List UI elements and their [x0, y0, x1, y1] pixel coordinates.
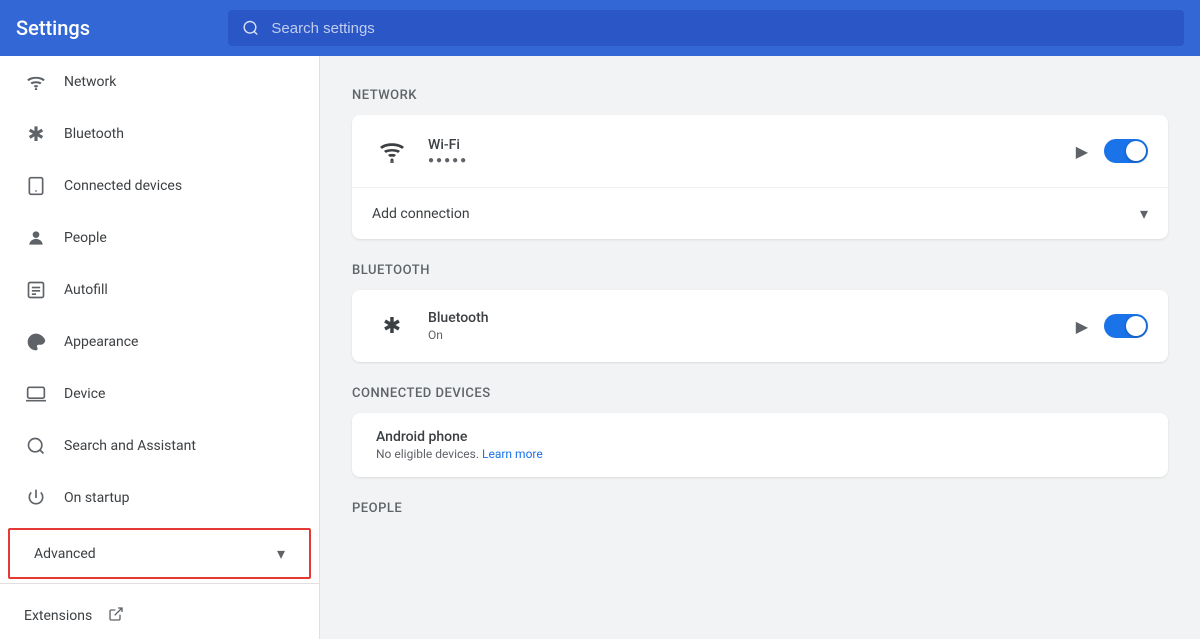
palette-icon: [24, 330, 48, 354]
sidebar-item-search-assistant[interactable]: Search and Assistant: [0, 420, 319, 472]
app-title: Settings: [16, 16, 216, 40]
sidebar-label-connected-devices: Connected devices: [64, 178, 182, 194]
sidebar-label-device: Device: [64, 386, 105, 402]
sidebar: Network ✱ Bluetooth Connected devices: [0, 56, 320, 639]
bluetooth-subtitle: On: [428, 328, 1060, 342]
bluetooth-title: Bluetooth: [428, 310, 1060, 326]
autofill-icon: [24, 278, 48, 302]
wifi-title: Wi-Fi: [428, 137, 1060, 153]
header: Settings: [0, 0, 1200, 56]
learn-more-link[interactable]: Learn more: [482, 447, 543, 461]
sidebar-item-autofill[interactable]: Autofill: [0, 264, 319, 316]
sidebar-item-people[interactable]: People: [0, 212, 319, 264]
connected-devices-card: Android phone No eligible devices. Learn…: [352, 413, 1168, 477]
search-input[interactable]: [271, 20, 1170, 37]
add-connection-label: Add connection: [372, 206, 1132, 222]
sidebar-item-on-startup[interactable]: On startup: [0, 472, 319, 524]
add-connection-row[interactable]: Add connection ▾: [352, 188, 1168, 239]
wifi-card-icon: [372, 131, 412, 171]
extensions-label: Extensions: [24, 608, 92, 624]
sidebar-label-on-startup: On startup: [64, 490, 130, 506]
bluetooth-section-title: Bluetooth: [352, 263, 1168, 278]
people-section: People: [352, 501, 1168, 516]
bluetooth-section: Bluetooth ✱ Bluetooth On ▶: [352, 263, 1168, 362]
wifi-toggle[interactable]: [1104, 139, 1148, 163]
sidebar-label-bluetooth: Bluetooth: [64, 126, 124, 142]
bluetooth-row[interactable]: ✱ Bluetooth On ▶: [352, 290, 1168, 362]
search-icon: [242, 19, 259, 37]
search-bar[interactable]: [228, 10, 1184, 46]
advanced-label-area: Advanced: [34, 546, 96, 562]
network-section: Network Wi-Fi ●●●: [352, 88, 1168, 239]
advanced-label: Advanced: [34, 546, 96, 562]
bluetooth-chevron-icon: ▶: [1076, 317, 1088, 336]
sidebar-item-device[interactable]: Device: [0, 368, 319, 420]
sidebar-label-people: People: [64, 230, 107, 246]
wifi-icon: [24, 70, 48, 94]
tablet-icon: [24, 174, 48, 198]
sidebar-label-search-assistant: Search and Assistant: [64, 438, 196, 454]
network-card: Wi-Fi ●●●●● ▶ Add connection ▾: [352, 115, 1168, 239]
power-icon: [24, 486, 48, 510]
network-section-title: Network: [352, 88, 1168, 103]
connected-devices-section: Connected devices Android phone No eligi…: [352, 386, 1168, 477]
sidebar-item-appearance[interactable]: Appearance: [0, 316, 319, 368]
wifi-actions: ▶: [1076, 139, 1148, 163]
content-area: Network Wi-Fi ●●●: [320, 56, 1200, 639]
wifi-subtitle: ●●●●●: [428, 155, 1060, 166]
sidebar-item-bluetooth[interactable]: ✱ Bluetooth: [0, 108, 319, 160]
sidebar-label-appearance: Appearance: [64, 334, 138, 350]
sidebar-item-network[interactable]: Network: [0, 56, 319, 108]
add-connection-chevron-icon: ▾: [1140, 204, 1148, 223]
android-phone-title: Android phone: [376, 429, 1148, 445]
wifi-row[interactable]: Wi-Fi ●●●●● ▶: [352, 115, 1168, 188]
bluetooth-text: Bluetooth On: [428, 310, 1060, 342]
sidebar-item-connected-devices[interactable]: Connected devices: [0, 160, 319, 212]
chevron-down-icon: ▾: [277, 544, 285, 563]
sidebar-label-autofill: Autofill: [64, 282, 108, 298]
sidebar-bottom: Extensions About Chrome OS: [0, 583, 319, 639]
wifi-chevron-icon: ▶: [1076, 142, 1088, 161]
advanced-item[interactable]: Advanced ▾: [8, 528, 311, 579]
bluetooth-toggle[interactable]: [1104, 314, 1148, 338]
bluetooth-icon: ✱: [24, 122, 48, 146]
wifi-text: Wi-Fi ●●●●●: [428, 137, 1060, 166]
connected-devices-section-title: Connected devices: [352, 386, 1168, 401]
bluetooth-card: ✱ Bluetooth On ▶: [352, 290, 1168, 362]
android-phone-subtitle: No eligible devices. Learn more: [376, 447, 1148, 461]
external-link-icon: [108, 606, 124, 626]
android-phone-row: Android phone No eligible devices. Learn…: [352, 413, 1168, 477]
people-section-title: People: [352, 501, 1168, 516]
person-icon: [24, 226, 48, 250]
bluetooth-actions: ▶: [1076, 314, 1148, 338]
android-phone-text: Android phone No eligible devices. Learn…: [372, 429, 1148, 461]
laptop-icon: [24, 382, 48, 406]
sidebar-label-network: Network: [64, 74, 116, 90]
bluetooth-card-icon: ✱: [372, 306, 412, 346]
search-sidebar-icon: [24, 434, 48, 458]
sidebar-item-extensions[interactable]: Extensions: [0, 592, 319, 639]
main-layout: Network ✱ Bluetooth Connected devices: [0, 56, 1200, 639]
